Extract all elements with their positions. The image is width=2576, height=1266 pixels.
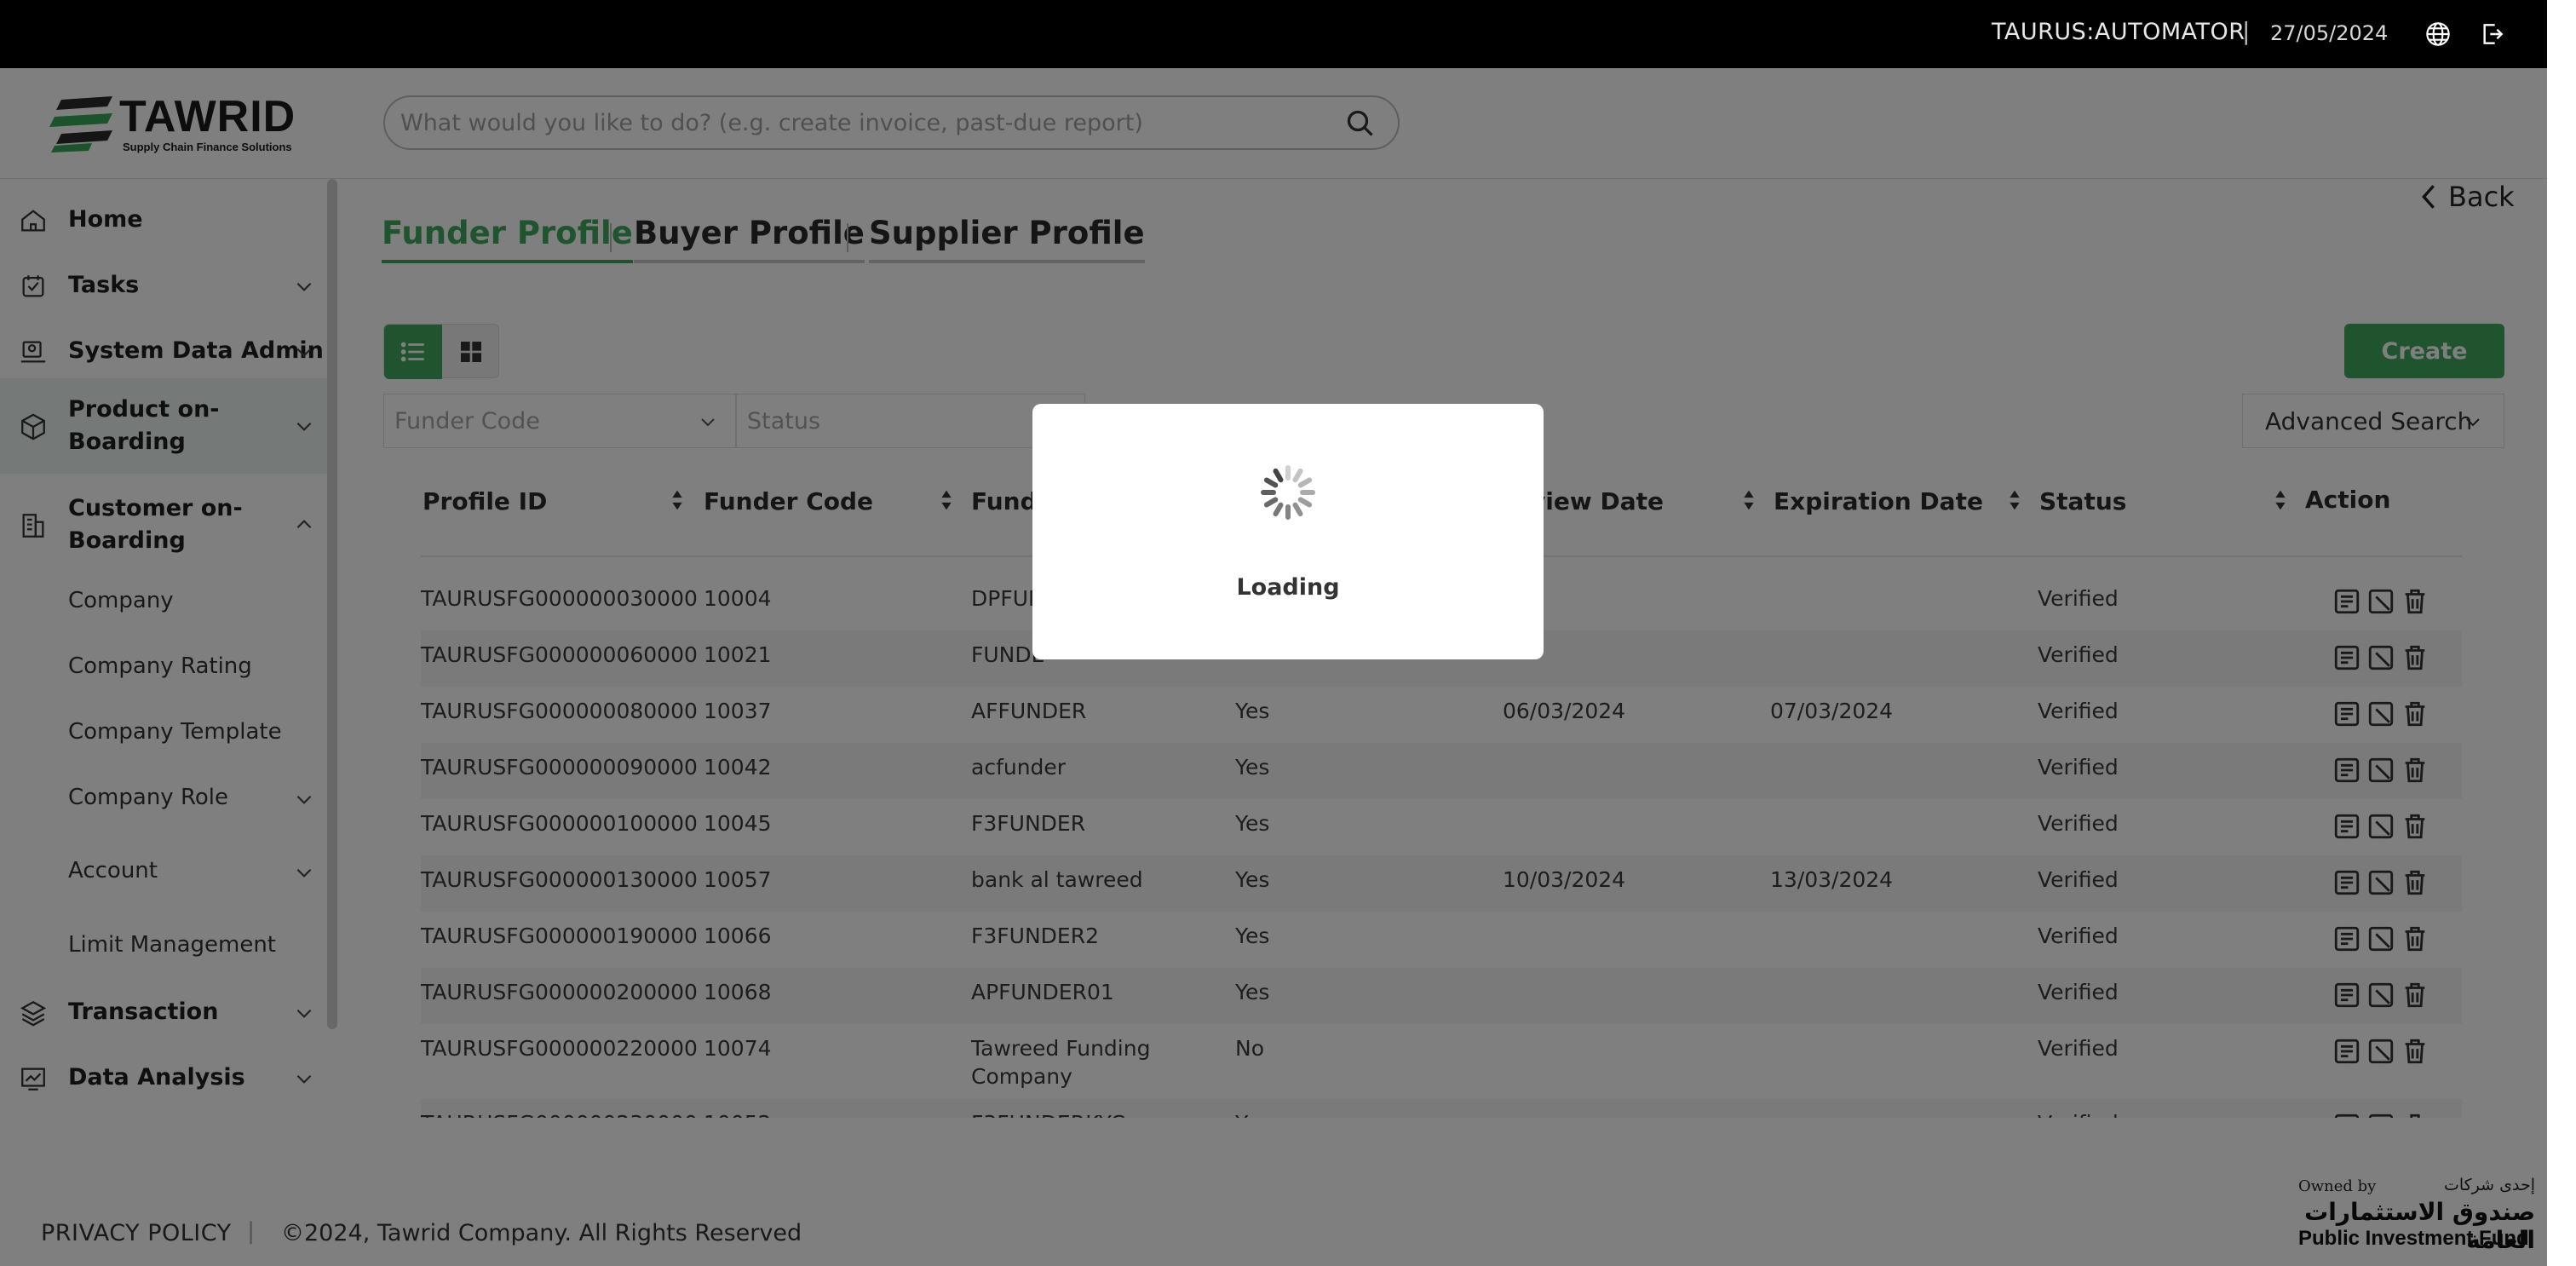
globe-icon[interactable] xyxy=(2424,20,2452,48)
spinner-tick xyxy=(1285,504,1291,520)
topbar-separator: | xyxy=(2242,17,2251,45)
spinner-tick xyxy=(1273,502,1284,517)
logout-icon[interactable] xyxy=(2479,20,2506,48)
spinner-tick xyxy=(1273,468,1284,483)
spinner-tick xyxy=(1285,465,1291,481)
top-bar: TAURUS:AUTOMATOR | 27/05/2024 xyxy=(0,0,2547,68)
spinner-icon xyxy=(1261,465,1315,520)
loading-text: Loading xyxy=(1236,574,1340,601)
loading-overlay xyxy=(0,68,2576,1266)
spinner-tick xyxy=(1263,497,1279,508)
spinner-tick xyxy=(1263,477,1279,488)
spinner-tick xyxy=(1292,502,1303,517)
current-date: 27/05/2024 xyxy=(2270,21,2389,45)
current-user: TAURUS:AUTOMATOR xyxy=(1992,19,2245,45)
loading-dialog: Loading xyxy=(1032,404,1544,659)
spinner-tick xyxy=(1300,490,1315,495)
page-scroll-gutter xyxy=(2547,0,2576,1266)
spinner-tick xyxy=(1297,497,1313,508)
spinner-tick xyxy=(1297,477,1313,488)
spinner-tick xyxy=(1292,468,1303,483)
spinner-tick xyxy=(1261,490,1276,495)
